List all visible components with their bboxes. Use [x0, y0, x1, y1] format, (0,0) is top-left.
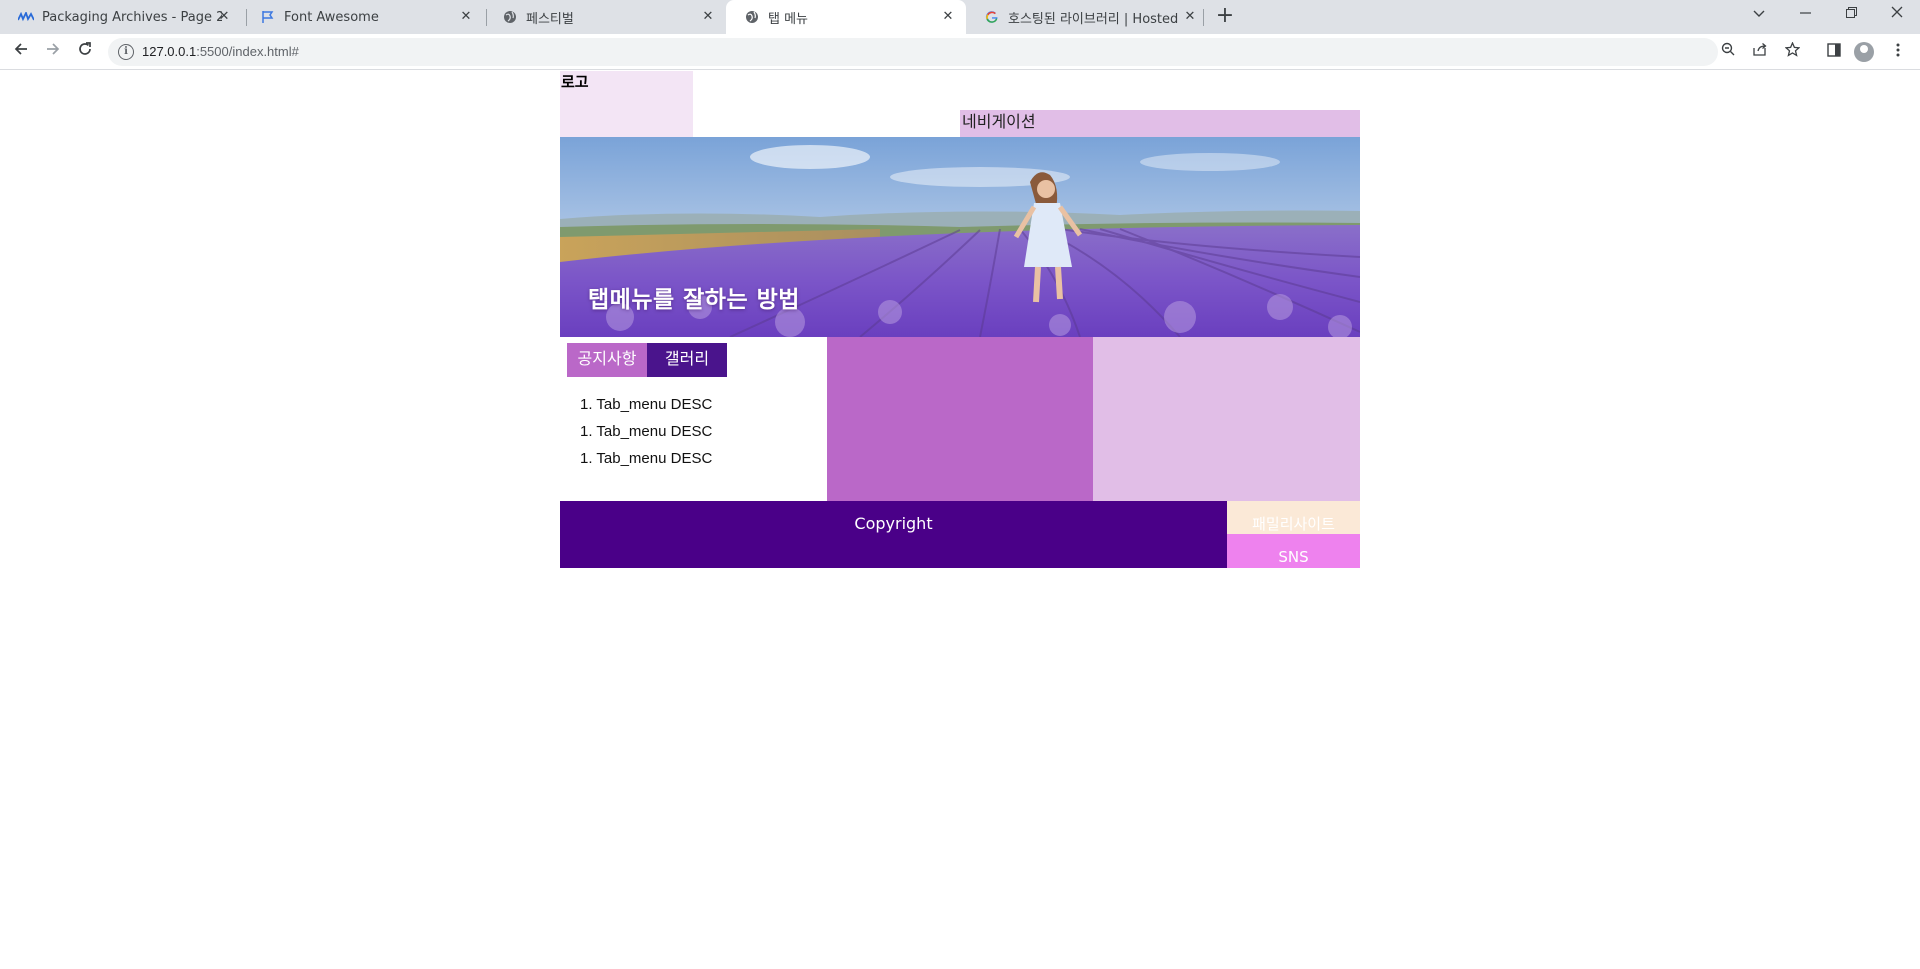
- more-menu-icon[interactable]: [1886, 40, 1910, 64]
- tab-title: Font Awesome: [284, 9, 379, 25]
- close-icon[interactable]: ✕: [458, 9, 474, 25]
- close-icon[interactable]: ✕: [1182, 9, 1198, 25]
- share-icon[interactable]: [1750, 42, 1770, 62]
- browser-tab-font-awesome[interactable]: Font Awesome ✕: [242, 0, 484, 34]
- minimize-icon[interactable]: [1782, 0, 1828, 30]
- copyright-text: Copyright: [560, 501, 1227, 568]
- family-site-select[interactable]: 패밀리사이트: [1227, 501, 1360, 534]
- hero-banner: 탭메뉴를 잘하는 방법: [560, 137, 1360, 337]
- browser-tab-strip: Packaging Archives - Page 2 of ✕ Font Aw…: [0, 0, 1920, 34]
- tab-gallery[interactable]: 갤러리: [647, 343, 727, 377]
- flag-icon: [260, 9, 276, 25]
- globe-icon: [744, 9, 760, 25]
- tab-divider: [1203, 9, 1204, 26]
- close-window-icon[interactable]: [1874, 0, 1920, 30]
- tab-notice[interactable]: 공지사항: [567, 343, 647, 377]
- bookmark-star-icon[interactable]: [1782, 41, 1802, 62]
- close-icon[interactable]: ✕: [940, 9, 956, 25]
- wave-logo-icon: [18, 9, 34, 25]
- tab-search-icon[interactable]: [1736, 0, 1782, 30]
- browser-tab-packaging[interactable]: Packaging Archives - Page 2 of ✕: [0, 0, 242, 34]
- browser-tab-tab-menu[interactable]: 탭 메뉴 ✕: [726, 0, 966, 34]
- side-panel-icon[interactable]: [1822, 40, 1846, 64]
- site-info-icon[interactable]: i: [118, 44, 134, 60]
- tab-title: 호스팅된 라이브러리 | Hosted: [1008, 11, 1179, 27]
- reload-icon[interactable]: [73, 40, 97, 64]
- zoom-icon[interactable]: [1718, 42, 1738, 62]
- sns-links[interactable]: SNS: [1227, 534, 1360, 568]
- google-icon: [984, 9, 1000, 25]
- tab-title: Packaging Archives - Page 2 of: [42, 9, 222, 25]
- url-text: 127.0.0.1:5500/index.html#: [142, 44, 299, 59]
- profile-avatar-icon[interactable]: [1854, 42, 1874, 62]
- globe-icon: [502, 9, 518, 25]
- back-arrow-icon[interactable]: [9, 40, 33, 64]
- new-tab-button[interactable]: +: [1212, 5, 1238, 29]
- tab-content-list: 1. Tab_menu DESC 1. Tab_menu DESC 1. Tab…: [580, 391, 712, 472]
- close-icon[interactable]: ✕: [700, 9, 716, 25]
- browser-toolbar: i 127.0.0.1:5500/index.html#: [0, 34, 1920, 70]
- address-bar[interactable]: i 127.0.0.1:5500/index.html#: [108, 38, 1801, 66]
- navigation-bar[interactable]: 네비게이션: [960, 110, 1360, 137]
- banner-box-middle: [827, 337, 1093, 501]
- tab-menu-section: 공지사항 갤러리 1. Tab_menu DESC 1. Tab_menu DE…: [560, 337, 827, 501]
- content-row: 공지사항 갤러리 1. Tab_menu DESC 1. Tab_menu DE…: [560, 337, 1360, 501]
- tab-title: 탭 메뉴: [768, 11, 809, 27]
- list-item[interactable]: 1. Tab_menu DESC: [580, 418, 712, 445]
- list-item[interactable]: 1. Tab_menu DESC: [580, 445, 712, 472]
- footer: Copyright 패밀리사이트 SNS: [560, 501, 1360, 568]
- browser-tab-festival[interactable]: 페스티벌 ✕: [484, 0, 726, 34]
- restore-icon[interactable]: [1828, 0, 1874, 30]
- forward-arrow-icon[interactable]: [41, 40, 65, 64]
- close-icon[interactable]: ✕: [216, 9, 232, 25]
- banner-title: 탭메뉴를 잘하는 방법: [588, 287, 800, 313]
- logo[interactable]: 로고: [560, 71, 693, 137]
- list-item[interactable]: 1. Tab_menu DESC: [580, 391, 712, 418]
- banner-box-right: [1093, 337, 1360, 501]
- browser-tab-hosted-libraries[interactable]: 호스팅된 라이브러리 | Hosted ✕: [966, 0, 1208, 34]
- tab-title: 페스티벌: [526, 11, 574, 27]
